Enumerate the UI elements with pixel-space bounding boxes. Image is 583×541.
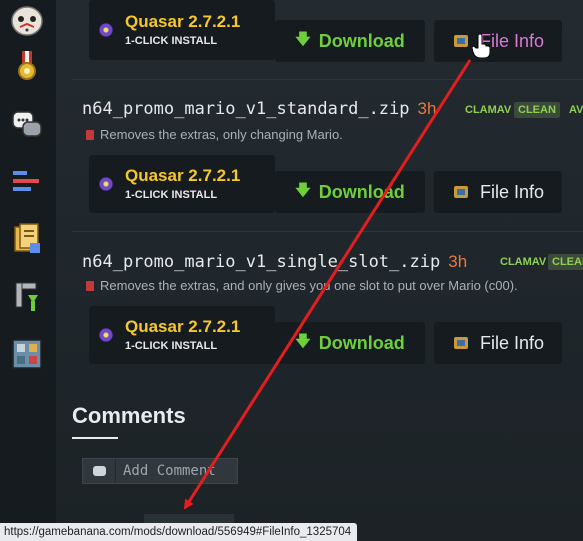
- file-description: Removes the extras, only changing Mario.: [86, 127, 343, 142]
- clean-badge: CLEAN: [514, 102, 560, 118]
- file-info-label: File Info: [480, 181, 545, 202]
- file-name-text: n64_promo_mario_v1_single_slot_.zip: [82, 252, 441, 272]
- av-tag: AV: [569, 104, 583, 116]
- tools-icon[interactable]: [8, 278, 46, 316]
- download-label: Download: [318, 181, 405, 202]
- comments-heading-underline: [72, 437, 118, 439]
- quasar-label: Quasar 2.7.2.1 1-CLICK INSTALL: [125, 166, 241, 201]
- download-arrow-icon: 🡇: [295, 181, 311, 199]
- download-button[interactable]: 🡇 Download: [275, 171, 425, 213]
- add-comment-button[interactable]: Add Comment: [82, 458, 238, 484]
- clamav-tag: CLAMAV: [465, 104, 512, 116]
- hand-cursor-icon: [471, 33, 491, 63]
- download-button[interactable]: 🡇 Download: [275, 322, 425, 364]
- file-info-button[interactable]: File Info: [434, 322, 562, 364]
- quasar-install-button[interactable]: Quasar 2.7.2.1 1-CLICK INSTALL: [89, 306, 275, 364]
- file-age: 3h: [417, 99, 437, 118]
- quasar-title: Quasar 2.7.2.1: [125, 317, 241, 337]
- divider: [72, 231, 583, 232]
- clean-badge: CLEAN: [548, 254, 583, 270]
- quasar-subtitle: 1-CLICK INSTALL: [125, 339, 218, 352]
- file-info-button[interactable]: File Info: [434, 20, 562, 62]
- medal-icon[interactable]: [8, 49, 46, 87]
- comments-heading: Comments: [72, 403, 186, 428]
- quasar-icon: [99, 23, 113, 37]
- file-info-label: File Info: [480, 332, 545, 353]
- quasar-icon: [99, 328, 113, 342]
- add-comment-label: Add Comment: [123, 463, 216, 479]
- document-icon: [86, 281, 94, 291]
- download-label: Download: [318, 30, 405, 51]
- jason-mask-icon[interactable]: [8, 2, 46, 40]
- quasar-subtitle: 1-CLICK INSTALL: [125, 188, 218, 201]
- download-button[interactable]: 🡇 Download: [275, 20, 425, 62]
- file-info-icon: [454, 186, 468, 198]
- file-info-icon: [454, 337, 468, 349]
- chat-bubbles-icon[interactable]: [8, 105, 46, 143]
- quasar-subtitle: 1-CLICK INSTALL: [125, 34, 218, 47]
- main-content: Quasar 2.7.2.1 1-CLICK INSTALL 🡇 Downloa…: [56, 0, 583, 541]
- quasar-install-button[interactable]: Quasar 2.7.2.1 1-CLICK INSTALL: [89, 0, 275, 60]
- clamav-tag: CLAMAV: [500, 256, 547, 268]
- download-label: Download: [318, 332, 405, 353]
- sidebar: [0, 0, 57, 541]
- file-name: n64_promo_mario_v1_single_slot_.zip 3h: [82, 252, 467, 272]
- bars-icon[interactable]: [8, 163, 46, 201]
- comment-icon: [83, 459, 116, 483]
- quasar-title: Quasar 2.7.2.1: [125, 166, 241, 186]
- file-age: 3h: [448, 252, 468, 271]
- file-name: n64_promo_mario_v1_standard_.zip 3h: [82, 99, 436, 119]
- file-info-icon: [454, 35, 468, 47]
- status-url-bar: https://gamebanana.com/mods/download/556…: [0, 523, 358, 541]
- quasar-install-button[interactable]: Quasar 2.7.2.1 1-CLICK INSTALL: [89, 155, 275, 213]
- file-description-text: Removes the extras, only changing Mario.: [100, 127, 343, 142]
- quasar-title: Quasar 2.7.2.1: [125, 12, 241, 32]
- download-arrow-icon: 🡇: [295, 332, 311, 350]
- quasar-label: Quasar 2.7.2.1 1-CLICK INSTALL: [125, 12, 241, 47]
- document-icon: [86, 130, 94, 140]
- file-info-button[interactable]: File Info: [434, 171, 562, 213]
- map-grid-icon[interactable]: [8, 335, 46, 373]
- quasar-icon: [99, 177, 113, 191]
- quasar-label: Quasar 2.7.2.1 1-CLICK INSTALL: [125, 317, 241, 352]
- download-arrow-icon: 🡇: [295, 30, 311, 48]
- file-description-text: Removes the extras, and only gives you o…: [100, 278, 518, 293]
- divider: [72, 79, 583, 80]
- file-description: Removes the extras, and only gives you o…: [86, 278, 518, 293]
- file-name-text: n64_promo_mario_v1_standard_.zip: [82, 99, 410, 119]
- documents-icon[interactable]: [8, 220, 46, 258]
